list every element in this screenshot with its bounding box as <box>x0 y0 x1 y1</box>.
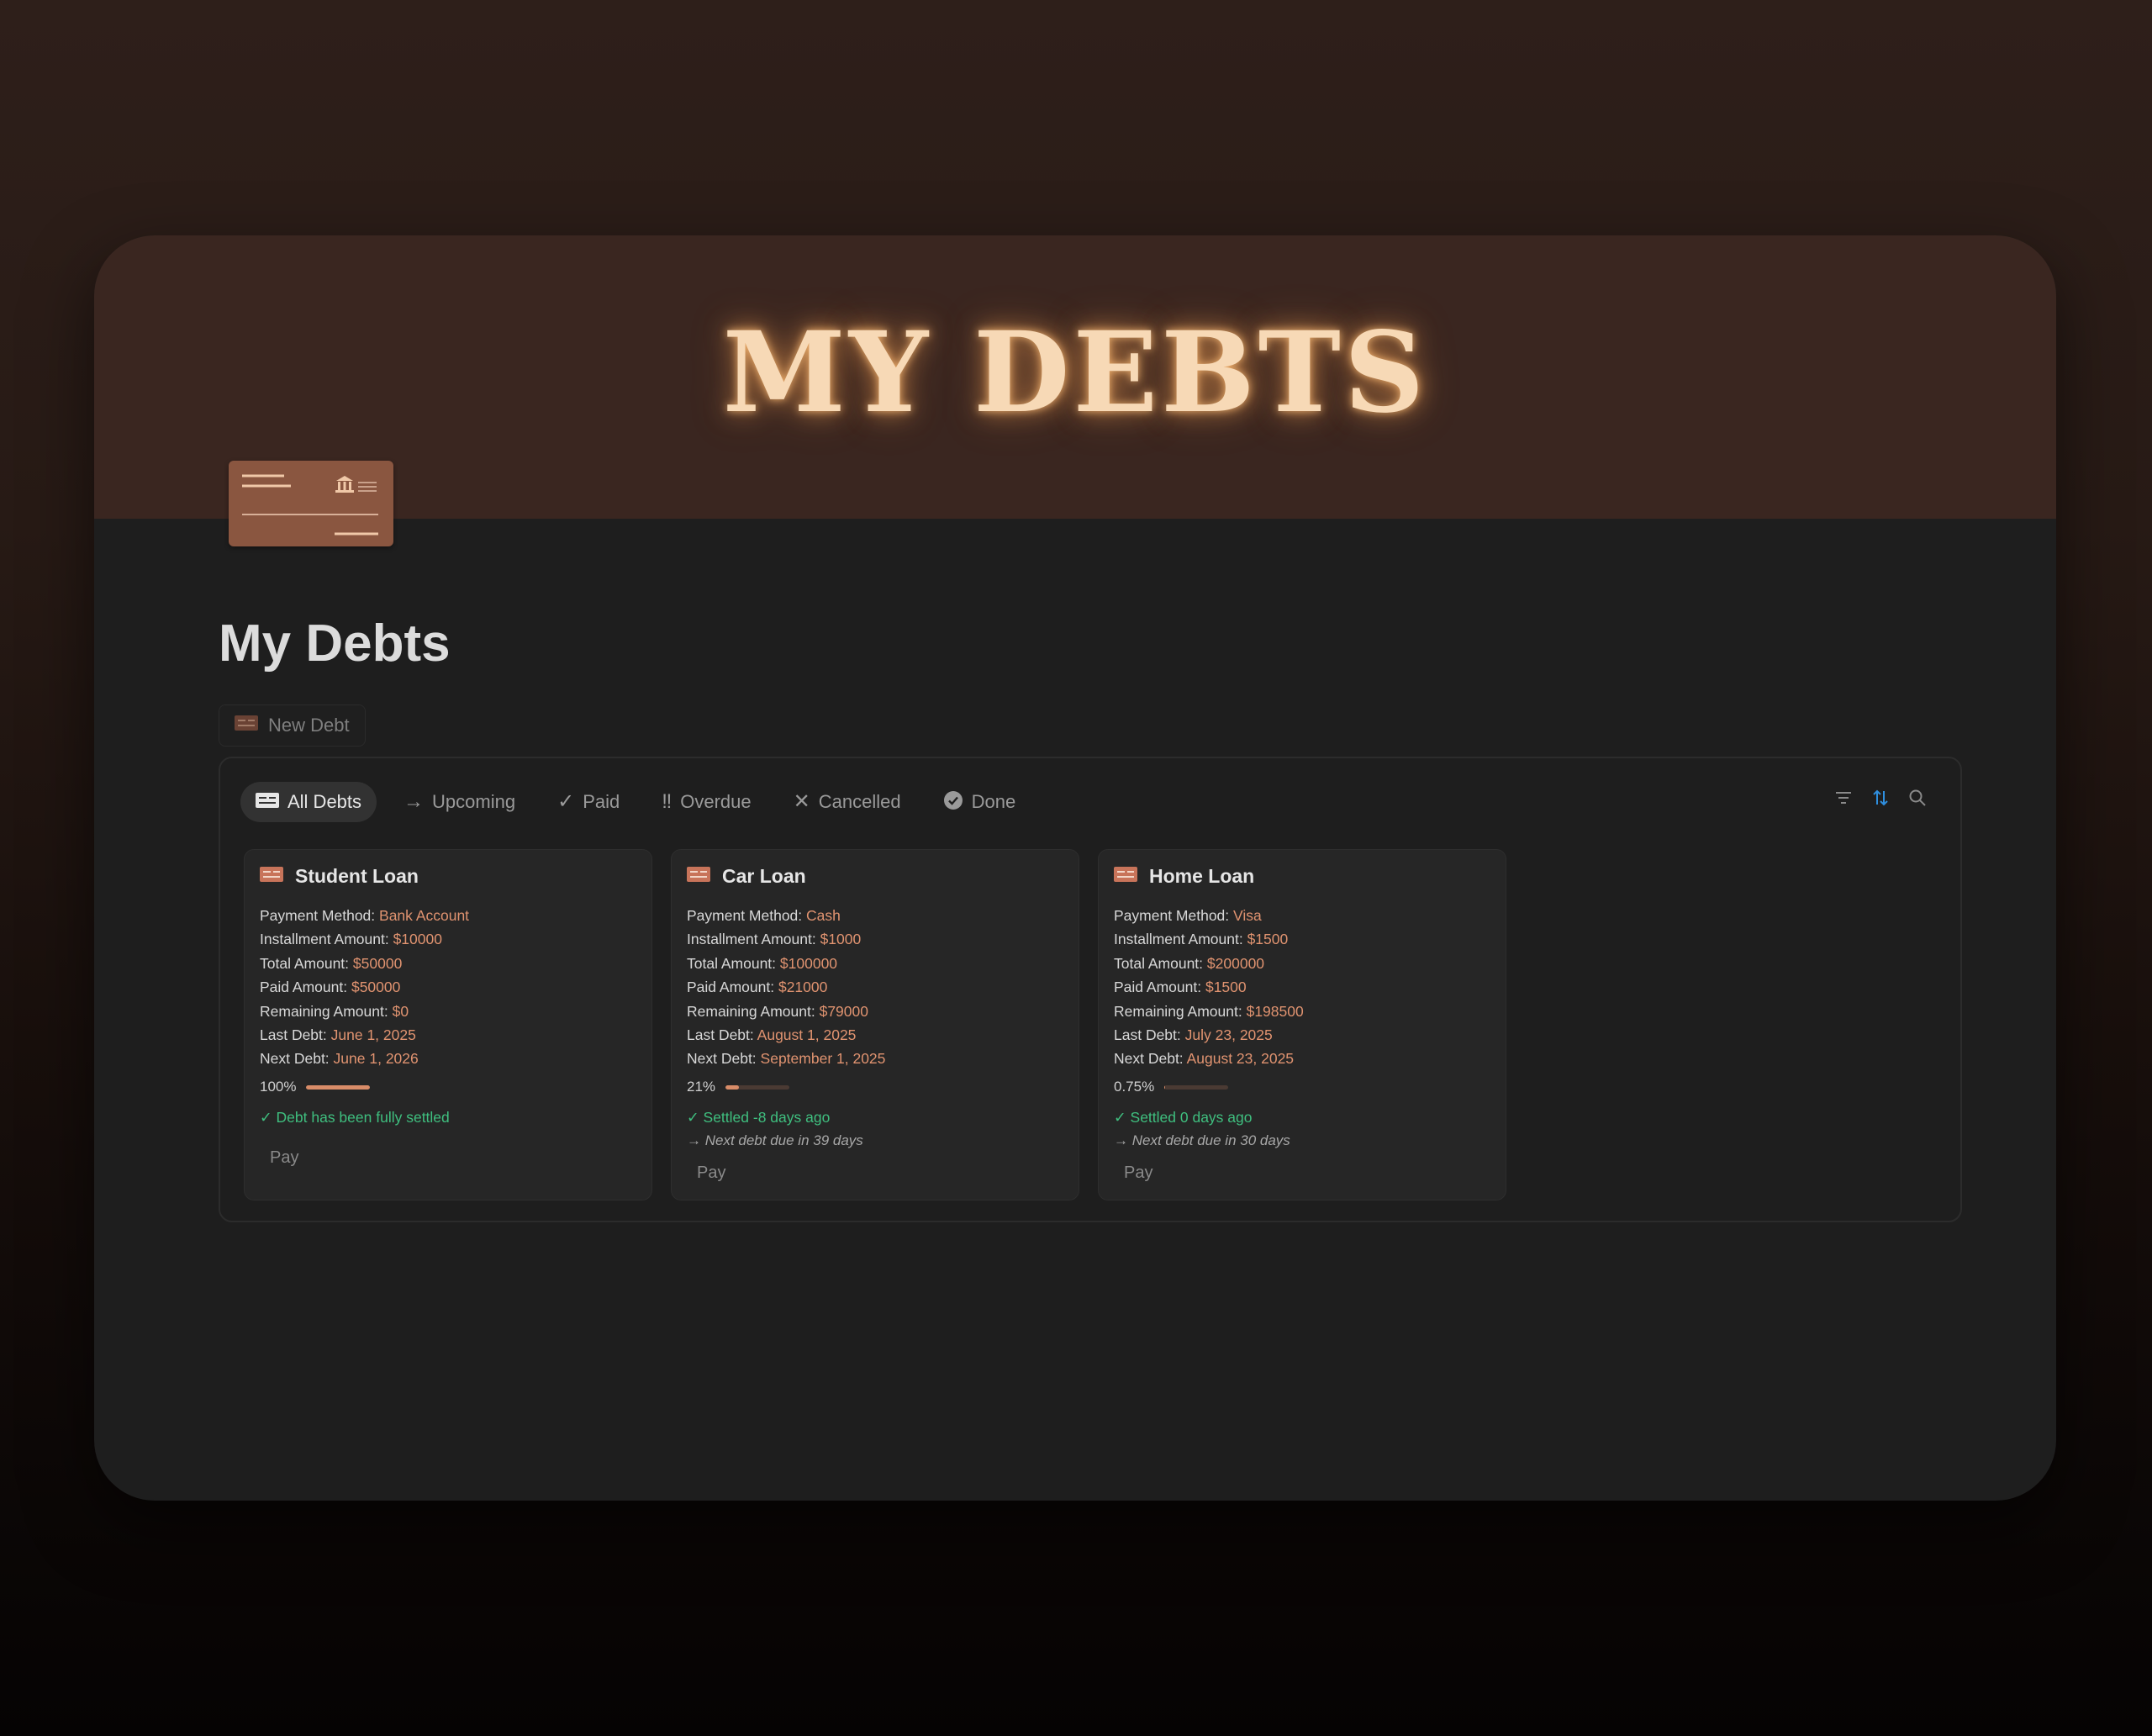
arrow-right-icon: → <box>404 790 425 813</box>
view-tabs: All Debts → Upcoming ✓ Paid ‼ Overdue ✕ … <box>240 782 1031 822</box>
prop-installment-amount: Installment Amount: $10000 <box>260 931 442 948</box>
card-header: Car Loan <box>687 865 806 888</box>
progress-label: 21% <box>687 1079 716 1095</box>
prop-remaining-amount: Remaining Amount: $79000 <box>687 1002 868 1020</box>
progress: 0.75% <box>1114 1079 1229 1095</box>
tab-cancelled[interactable]: ✕ Cancelled <box>778 782 916 822</box>
progress-label: 0.75% <box>1114 1079 1155 1095</box>
card-title: Student Loan <box>295 865 419 887</box>
prop-paid-amount: Paid Amount: $21000 <box>687 979 828 996</box>
gallery-cards: Student Loan Payment Method: Bank Accoun… <box>244 849 1506 1200</box>
card-icon <box>1114 866 1137 887</box>
tab-label: Paid <box>583 791 620 812</box>
prop-total-amount: Total Amount: $200000 <box>1114 954 1265 972</box>
card-header: Home Loan <box>1114 865 1254 888</box>
debt-card-car-loan[interactable]: Car Loan Payment Method: Cash Installmen… <box>671 849 1079 1200</box>
new-debt-button[interactable]: New Debt <box>219 704 366 747</box>
tab-label: Upcoming <box>432 791 516 812</box>
tab-done[interactable]: Done <box>928 782 1031 822</box>
progress-label: 100% <box>260 1079 297 1095</box>
tab-overdue[interactable]: ‼ Overdue <box>646 782 766 822</box>
next-due-text: → Next debt due in 30 days <box>1114 1132 1290 1148</box>
check-icon: ✓ <box>557 790 575 813</box>
card-properties: Payment Method: Visa Installment Amount:… <box>1114 904 1304 1071</box>
card-header: Student Loan <box>260 865 419 888</box>
prop-last-debt: Last Debt: June 1, 2025 <box>260 1026 416 1044</box>
tab-label: Cancelled <box>818 791 901 812</box>
prop-total-amount: Total Amount: $50000 <box>260 954 403 972</box>
database-toolbar <box>1834 789 1927 807</box>
prop-payment-method: Payment Method: Cash <box>687 907 841 924</box>
pay-button[interactable]: Pay <box>260 1142 309 1173</box>
prop-last-debt: Last Debt: July 23, 2025 <box>1114 1026 1273 1044</box>
search-icon[interactable] <box>1908 789 1927 807</box>
status-text: ✓ Debt has been fully settled <box>260 1109 450 1126</box>
notion-page-window: MY DEBTS My Debts New Debt All Debts → U… <box>94 235 2056 1501</box>
check-card-icon[interactable] <box>229 461 393 546</box>
card-icon <box>687 866 710 887</box>
prop-paid-amount: Paid Amount: $1500 <box>1114 979 1247 996</box>
tab-upcoming[interactable]: → Upcoming <box>388 782 530 822</box>
progress-fill <box>1164 1084 1166 1090</box>
pay-button[interactable]: Pay <box>1114 1158 1163 1188</box>
progress-bar <box>725 1084 790 1090</box>
tab-paid[interactable]: ✓ Paid <box>542 782 635 822</box>
progress: 21% <box>687 1079 790 1095</box>
card-icon <box>256 792 279 813</box>
prop-paid-amount: Paid Amount: $50000 <box>260 979 401 996</box>
tab-label: Overdue <box>680 791 752 812</box>
check-circle-icon <box>943 790 963 815</box>
tab-label: All Debts <box>287 791 362 812</box>
debt-card-home-loan[interactable]: Home Loan Payment Method: Visa Installme… <box>1098 849 1506 1200</box>
prop-installment-amount: Installment Amount: $1000 <box>687 931 862 948</box>
progress-bar <box>1164 1084 1229 1090</box>
prop-payment-method: Payment Method: Visa <box>1114 907 1262 924</box>
new-debt-label: New Debt <box>268 715 350 736</box>
card-properties: Payment Method: Bank Account Installment… <box>260 904 469 1071</box>
progress-fill <box>306 1084 371 1090</box>
page-title: My Debts <box>219 615 451 673</box>
tab-label: Done <box>971 791 1016 812</box>
prop-last-debt: Last Debt: August 1, 2025 <box>687 1026 857 1044</box>
prop-next-debt: Next Debt: September 1, 2025 <box>687 1050 886 1068</box>
card-icon <box>260 866 283 887</box>
next-due-text: → Next debt due in 39 days <box>687 1132 863 1148</box>
pay-button[interactable]: Pay <box>687 1158 736 1188</box>
debts-database: All Debts → Upcoming ✓ Paid ‼ Overdue ✕ … <box>219 757 1962 1222</box>
prop-installment-amount: Installment Amount: $1500 <box>1114 931 1289 948</box>
prop-payment-method: Payment Method: Bank Account <box>260 907 470 924</box>
status-text: ✓ Settled -8 days ago <box>687 1109 831 1126</box>
progress-bar <box>306 1084 371 1090</box>
status-text: ✓ Settled 0 days ago <box>1114 1109 1253 1126</box>
sort-icon[interactable] <box>1871 789 1890 807</box>
prop-total-amount: Total Amount: $100000 <box>687 954 838 972</box>
card-properties: Payment Method: Cash Installment Amount:… <box>687 904 885 1071</box>
double-exclamation-icon: ‼ <box>662 790 672 813</box>
progress-fill <box>725 1084 739 1090</box>
cover-title: MY DEBTS <box>722 308 1428 438</box>
card-title: Home Loan <box>1149 865 1255 887</box>
prop-next-debt: Next Debt: June 1, 2026 <box>260 1050 419 1068</box>
card-icon <box>235 715 258 736</box>
debt-card-student-loan[interactable]: Student Loan Payment Method: Bank Accoun… <box>244 849 652 1200</box>
prop-remaining-amount: Remaining Amount: $0 <box>260 1002 409 1020</box>
card-title: Car Loan <box>722 865 806 887</box>
progress: 100% <box>260 1079 371 1095</box>
prop-next-debt: Next Debt: August 23, 2025 <box>1114 1050 1295 1068</box>
filter-icon[interactable] <box>1834 789 1853 807</box>
tab-all-debts[interactable]: All Debts <box>240 782 377 822</box>
x-icon: ✕ <box>793 790 810 813</box>
prop-remaining-amount: Remaining Amount: $198500 <box>1114 1002 1304 1020</box>
